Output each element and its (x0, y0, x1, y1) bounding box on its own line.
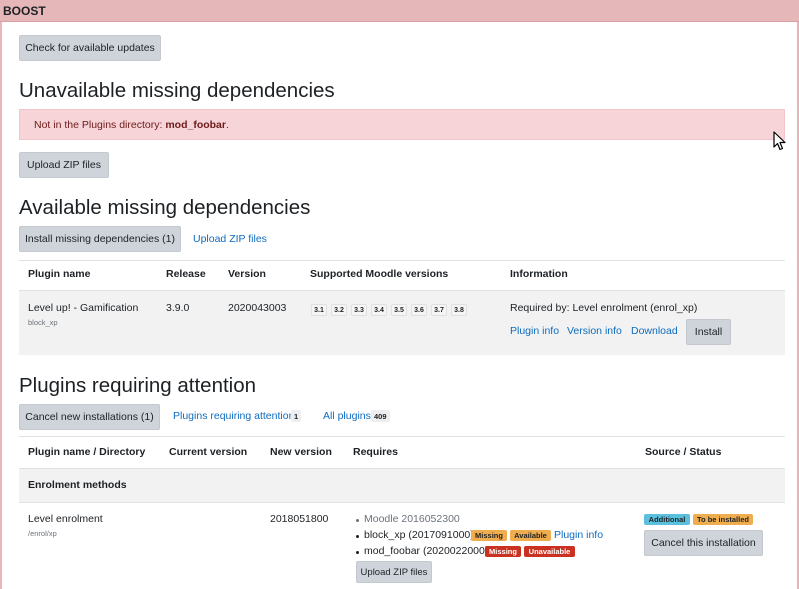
download-link[interactable]: Download (631, 325, 678, 337)
requires-plugin-info-link[interactable]: Plugin info (554, 529, 603, 541)
moodle-version-badge: 3.3 (351, 304, 367, 316)
moodle-version-badge: 3.5 (391, 304, 407, 316)
col-supported-versions: Supported Moodle versions (310, 268, 449, 280)
col-information: Information (510, 268, 568, 280)
additional-badge: Additional (644, 514, 690, 525)
col-requires: Requires (353, 446, 398, 458)
upload-zip-small-button[interactable]: Upload ZIP files (356, 561, 432, 583)
col-version: Version (228, 268, 266, 280)
frame-border-left (0, 22, 2, 589)
table-divider (19, 436, 785, 437)
list-bullet (356, 535, 359, 538)
plugin-name: Level up! - Gamification (28, 302, 139, 314)
col-plugin-directory: Plugin name / Directory (28, 446, 146, 458)
alert-suffix: . (225, 119, 229, 131)
attention-heading: Plugins requiring attention (19, 374, 257, 397)
available-badge: Available (510, 530, 551, 541)
moodle-version-badge: 3.6 (411, 304, 427, 316)
attention-plugin-directory: /enrol/xp (28, 529, 57, 538)
upload-zip-button[interactable]: Upload ZIP files (19, 152, 109, 178)
available-heading: Available missing dependencies (19, 196, 311, 219)
alert-text: Not in the Plugins directory: (34, 119, 166, 131)
missing-badge: Missing (485, 546, 521, 557)
plugin-info-link[interactable]: Plugin info (510, 325, 559, 337)
moodle-version-badge: 3.4 (371, 304, 387, 316)
install-button[interactable]: Install (686, 319, 731, 345)
moodle-version-badge: 3.7 (431, 304, 447, 316)
check-updates-button[interactable]: Check for available updates (19, 35, 161, 61)
col-new-version: New version (270, 446, 332, 458)
col-release: Release (166, 268, 206, 280)
group-row (19, 469, 785, 502)
all-plugins-count-badge: 409 (371, 410, 390, 422)
table-divider (19, 260, 785, 261)
mouse-pointer-icon (773, 131, 786, 151)
requires-moodle: Moodle 2016052300 (364, 513, 460, 525)
cancel-this-installation-button[interactable]: Cancel this installation (644, 530, 763, 556)
cancel-new-installations-button[interactable]: Cancel new installations (1) (19, 404, 160, 430)
unavailable-heading: Unavailable missing dependencies (19, 79, 335, 102)
moodle-version-badge: 3.8 (451, 304, 467, 316)
attention-new-version: 2018051800 (270, 513, 329, 525)
attention-count-badge: 1 (291, 410, 302, 422)
moodle-version-badge: 3.2 (331, 304, 347, 316)
unavailable-alert: Not in the Plugins directory: mod_foobar… (19, 109, 785, 140)
version-info-link[interactable]: Version info (567, 325, 622, 337)
list-bullet (356, 519, 359, 522)
to-be-installed-badge: To be installed (693, 514, 753, 525)
plugin-release: 3.9.0 (166, 302, 190, 314)
unavailable-badge: Unavailable (524, 546, 575, 557)
moodle-version-badge: 3.1 (311, 304, 327, 316)
missing-badge: Missing (471, 530, 507, 541)
list-bullet (356, 551, 359, 554)
required-by-text: Required by: Level enrolment (enrol_xp) (510, 302, 698, 314)
upload-zip-link[interactable]: Upload ZIP files (193, 233, 267, 245)
site-title: BOOST (3, 4, 46, 18)
top-bar: BOOST (0, 0, 799, 22)
tab-plugins-requiring-attention[interactable]: Plugins requiring attention (173, 410, 294, 422)
col-current-version: Current version (169, 446, 248, 458)
plugin-component: block_xp (28, 318, 58, 327)
group-label: Enrolment methods (28, 479, 127, 491)
table-row (19, 291, 785, 355)
alert-plugin-name: mod_foobar (165, 119, 226, 131)
plugin-version: 2020043003 (228, 302, 287, 314)
col-plugin-name: Plugin name (28, 268, 91, 280)
tab-all-plugins[interactable]: All plugins (323, 410, 371, 422)
col-source-status: Source / Status (645, 446, 722, 458)
requires-mod-foobar: mod_foobar (2020022000) (364, 545, 489, 557)
table-divider (19, 502, 785, 503)
requires-block-xp: block_xp (2017091000) (364, 529, 474, 541)
install-missing-button[interactable]: Install missing dependencies (1) (19, 226, 181, 252)
attention-plugin-name: Level enrolment (28, 513, 103, 525)
